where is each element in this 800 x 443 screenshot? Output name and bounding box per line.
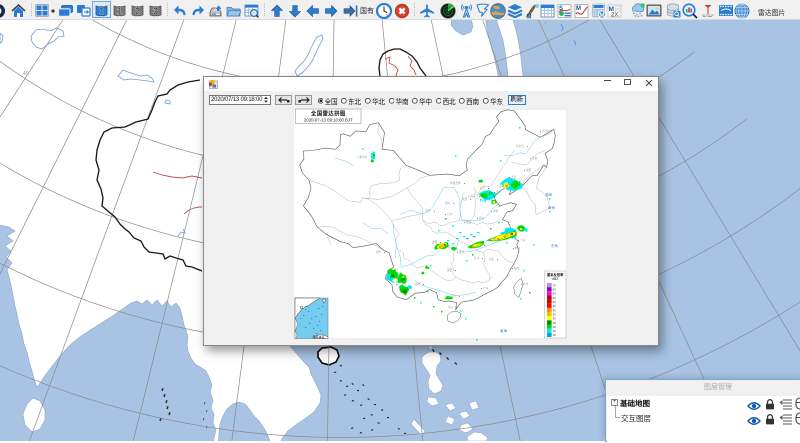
svg-text:1: 1	[116, 6, 122, 17]
svg-text:3: 3	[152, 6, 158, 17]
svg-text:M: M	[527, 14, 532, 19]
svg-text:40: 40	[23, 71, 29, 77]
svg-text:M: M	[576, 6, 581, 12]
svg-text:M: M	[599, 12, 604, 18]
svg-text:2: 2	[134, 6, 140, 17]
svg-text:2X: 2X	[611, 12, 618, 18]
